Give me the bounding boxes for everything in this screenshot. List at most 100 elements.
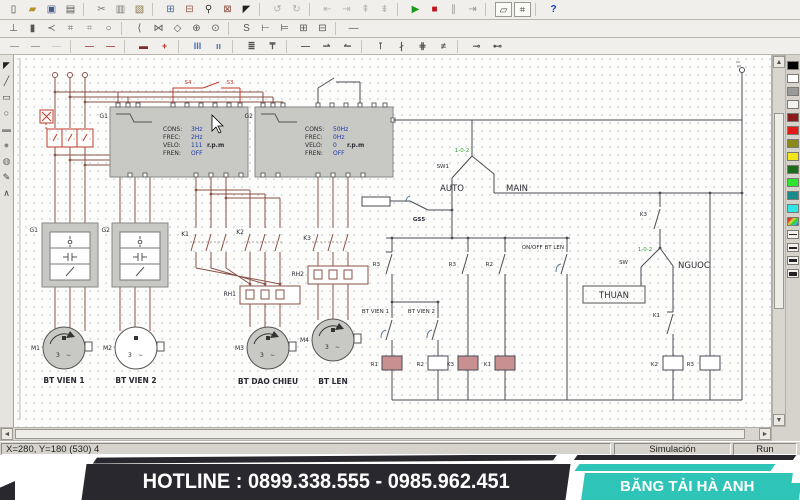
new-file-icon[interactable]: ▯: [5, 2, 22, 17]
line-style-1[interactable]: [787, 230, 799, 239]
print-icon[interactable]: ▤: [62, 2, 79, 17]
contact-sym2-icon[interactable]: ∤: [392, 39, 411, 54]
simulate-pause-icon[interactable]: ∥: [445, 2, 462, 17]
open-folder-icon[interactable]: ▰: [24, 2, 41, 17]
onoff-bt-len-label[interactable]: ON/OFF BT LEN: [522, 245, 564, 251]
contact-r3a-label[interactable]: R3: [373, 262, 381, 268]
node-junction-icon[interactable]: +: [155, 39, 174, 54]
switch-tool-icon[interactable]: S: [238, 21, 255, 36]
motor-tool-icon[interactable]: ◇: [169, 21, 186, 36]
thermal-relay-rh2[interactable]: [307, 265, 369, 285]
motor-m2[interactable]: [114, 326, 165, 370]
palette-olive[interactable]: [787, 139, 799, 148]
palette-dark-red[interactable]: [787, 113, 799, 122]
sw-label[interactable]: SW: [619, 260, 628, 266]
wire-style-dark-icon[interactable]: ▬: [134, 39, 153, 54]
three-phase-icon[interactable]: III: [188, 39, 207, 54]
undo-icon[interactable]: ↺: [269, 2, 286, 17]
fuse-tool-icon[interactable]: ⌗: [81, 21, 98, 36]
node-tool-icon[interactable]: ⊕: [188, 21, 205, 36]
save-icon[interactable]: ▣: [43, 2, 60, 17]
relay-tool-icon[interactable]: ⊨: [276, 21, 293, 36]
window-layout-icon[interactable]: ▱: [495, 2, 512, 17]
palette-green[interactable]: [787, 178, 799, 187]
copy-icon[interactable]: ▥: [112, 2, 129, 17]
pointer-icon[interactable]: ◤: [238, 2, 255, 17]
horizontal-scroll-thumb[interactable]: [15, 429, 745, 439]
gs5-label[interactable]: GS5: [413, 217, 425, 223]
simulate-play-icon[interactable]: ▶: [407, 2, 424, 17]
monitor-icon[interactable]: ⌗: [514, 2, 531, 17]
terminal-left-icon[interactable]: ⊸: [467, 39, 486, 54]
palette-multicolor[interactable]: [787, 217, 799, 226]
contact-sym1-icon[interactable]: ⊺: [371, 39, 390, 54]
two-phase-icon[interactable]: ıı: [209, 39, 228, 54]
cut-icon[interactable]: ✂: [93, 2, 110, 17]
filled-ellipse-tool-icon[interactable]: ●: [0, 138, 13, 152]
align-right-icon[interactable]: ⇥: [338, 2, 355, 17]
label-tool-icon[interactable]: ⊟: [314, 21, 331, 36]
wire-tool-icon[interactable]: —: [345, 21, 362, 36]
block-library-icon[interactable]: ⊞: [162, 2, 179, 17]
battery-tool-icon[interactable]: ▮: [24, 21, 41, 36]
rail-icon[interactable]: ₸: [263, 39, 282, 54]
palette-teal[interactable]: [787, 191, 799, 200]
redo-icon[interactable]: ↻: [288, 2, 305, 17]
motor-m4[interactable]: [311, 318, 362, 362]
wire-style-light-icon[interactable]: —: [47, 39, 66, 54]
zoom-icon[interactable]: ⚲: [200, 2, 217, 17]
contact-k3-label[interactable]: K3: [640, 212, 648, 218]
contact-r2-label[interactable]: R2: [486, 262, 493, 268]
wire-style-gray2-icon[interactable]: —: [26, 39, 45, 54]
terminal-tool-icon[interactable]: ⊙: [207, 21, 224, 36]
coil-tool-icon[interactable]: ⋈: [150, 21, 167, 36]
vertical-scrollbar[interactable]: ▲ ▼: [772, 55, 786, 427]
ellipse-tool-icon[interactable]: ○: [0, 106, 13, 120]
lamp-tool-icon[interactable]: ○: [100, 21, 117, 36]
filled-rect-tool-icon[interactable]: ▬: [0, 122, 13, 136]
stamp-icon[interactable]: ⊠: [219, 2, 236, 17]
fuse3-tool-icon[interactable]: ⌗: [62, 21, 79, 36]
bracket-tool-icon[interactable]: ⟨: [131, 21, 148, 36]
wire-arrow-left-icon[interactable]: ↼: [338, 39, 357, 54]
paste-icon[interactable]: ▧: [131, 2, 148, 17]
motor-m3[interactable]: [246, 326, 297, 370]
terminal-right-icon[interactable]: ⊷: [488, 39, 507, 54]
horizontal-scrollbar[interactable]: ◄ ►: [0, 427, 772, 441]
btv2-switch-label[interactable]: BT VIEN 2: [408, 309, 435, 315]
starter-g2-block[interactable]: [111, 222, 169, 288]
palette-white[interactable]: [787, 74, 799, 83]
thermal-relay-rh1[interactable]: [239, 285, 301, 305]
contact-tool-icon[interactable]: ≺: [43, 21, 60, 36]
bus-icon[interactable]: ≣: [242, 39, 261, 54]
circuit-diagram[interactable]: S4 S3 G1 G2 CONS: 3Hz FREC: 2Hz VELO: 11…: [14, 55, 772, 427]
line-tool-icon[interactable]: ╱: [0, 74, 13, 88]
align-bottom-icon[interactable]: ⇟: [376, 2, 393, 17]
simulate-step-icon[interactable]: ⇥: [464, 2, 481, 17]
line-style-4[interactable]: [787, 269, 799, 278]
vfd2-enable-switch[interactable]: [317, 77, 361, 103]
brush-tool-icon[interactable]: ✎: [0, 170, 13, 184]
contact-k1-label[interactable]: K1: [653, 313, 660, 319]
wire-style-red-icon[interactable]: —: [80, 39, 99, 54]
sw1-label[interactable]: SW1: [437, 164, 449, 170]
simulate-stop-icon[interactable]: ■: [426, 2, 443, 17]
contact-sym3-icon[interactable]: ⋕: [413, 39, 432, 54]
rect-tool-icon[interactable]: ▭: [0, 90, 13, 104]
wire-arrow-right-icon[interactable]: ⇀: [317, 39, 336, 54]
line-style-3[interactable]: [787, 256, 799, 265]
wire-style-red2-icon[interactable]: —: [101, 39, 120, 54]
supply-tool-icon[interactable]: ⊥: [5, 21, 22, 36]
align-left-icon[interactable]: ⇤: [319, 2, 336, 17]
palette-light-gray[interactable]: [787, 100, 799, 109]
line-style-2[interactable]: [787, 243, 799, 252]
wire-plain-icon[interactable]: —: [296, 39, 315, 54]
palette-yellow[interactable]: [787, 152, 799, 161]
scroll-down-arrow-icon[interactable]: ▼: [773, 414, 785, 426]
vfd-g2-block[interactable]: [254, 102, 396, 178]
select-tool-icon[interactable]: ◤: [0, 58, 13, 72]
palette-dark-green[interactable]: [787, 165, 799, 174]
motor-m1[interactable]: [42, 326, 93, 370]
scroll-right-arrow-icon[interactable]: ►: [759, 428, 771, 440]
limit-tool-icon[interactable]: ⊢: [257, 21, 274, 36]
